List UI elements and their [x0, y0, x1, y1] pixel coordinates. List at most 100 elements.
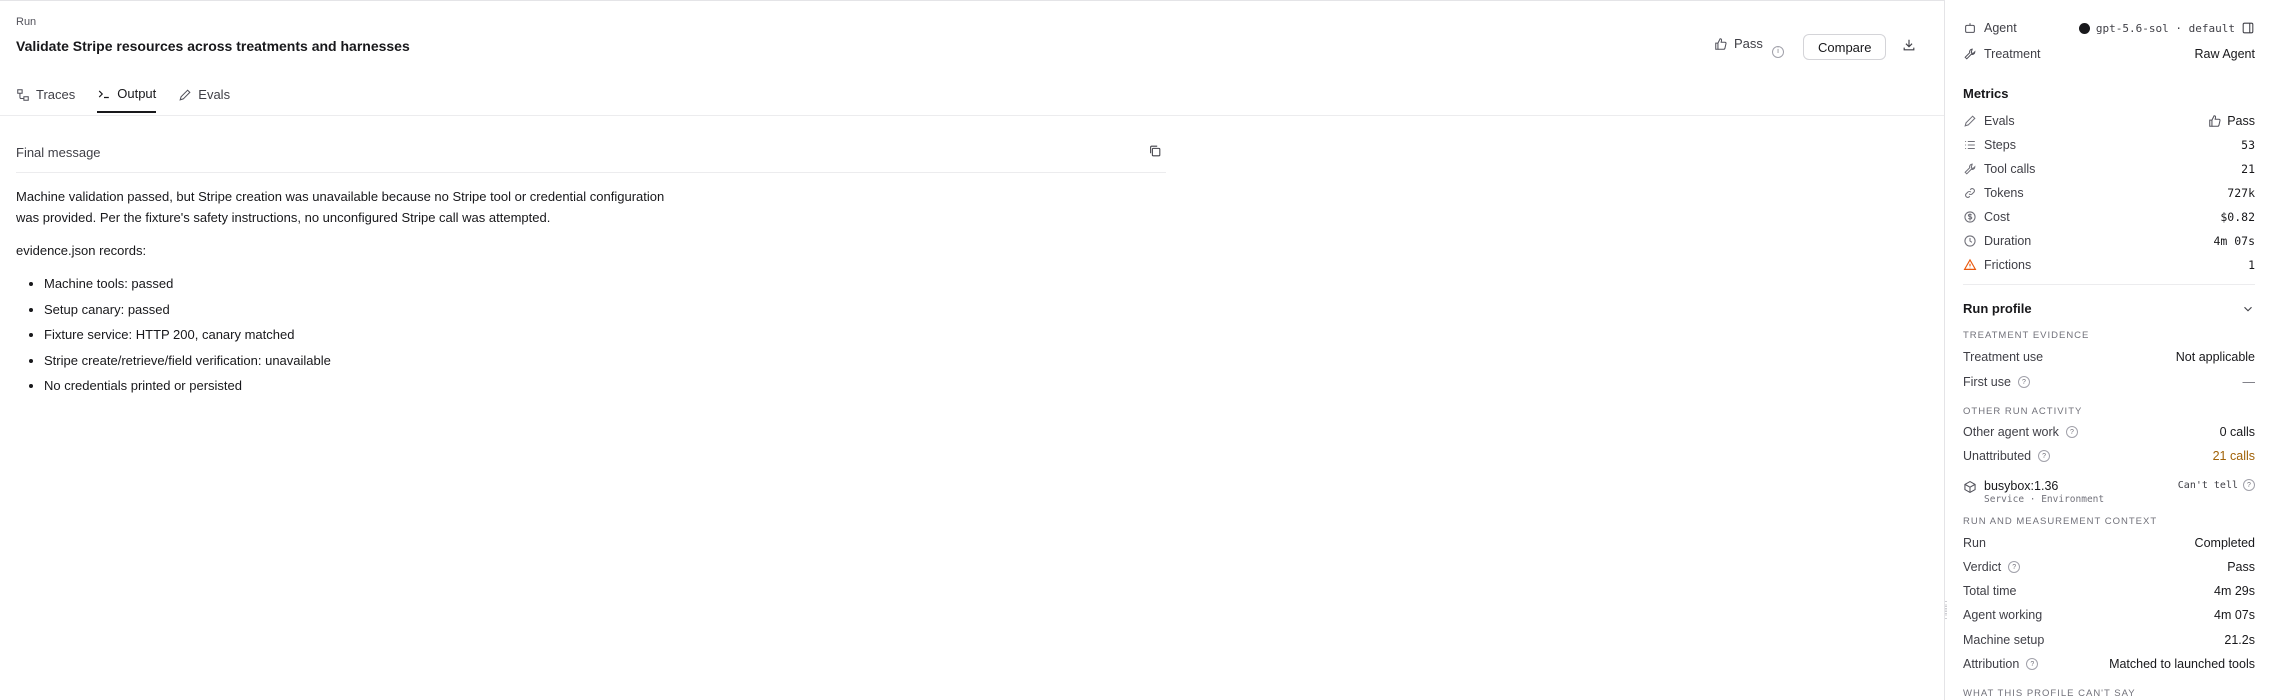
list-item: Fixture service: HTTP 200, canary matche… [44, 324, 716, 345]
context-row-attribution: Attribution? Matched to launched tools [1963, 657, 2255, 671]
list-icon [1965, 140, 1975, 150]
breadcrumb[interactable]: Run [16, 16, 36, 28]
robot-icon [1965, 23, 1975, 33]
row-label: Machine setup [1963, 633, 2045, 647]
row-label: Agent working [1963, 608, 2043, 622]
row-label: Total time [1963, 584, 2017, 598]
context-row-verdict: Verdict? Pass [1963, 560, 2255, 574]
tab-label: Traces [36, 87, 76, 102]
help-icon[interactable]: ? [2065, 426, 2078, 438]
tab-output[interactable]: Output [97, 86, 157, 113]
agent-row: Agent gpt-5.6-sol · default [1963, 21, 2255, 35]
service-name: busybox:1.36 [1984, 479, 2059, 493]
evidence-intro: evidence.json records: [16, 243, 147, 258]
tab-traces[interactable]: Traces [16, 86, 75, 113]
metric-row-steps: Steps 53 [1963, 138, 2255, 152]
list-item: Machine tools: passed [44, 273, 716, 294]
row-value: — [2242, 375, 2256, 389]
page-title: Validate Stripe resources across treatme… [16, 38, 410, 54]
pass-label: Pass [1734, 36, 1763, 51]
row-value: Not applicable [2175, 350, 2255, 364]
download-button[interactable] [1902, 38, 1916, 57]
list-item: Setup canary: passed [44, 299, 716, 320]
row-label: Treatment use [1963, 350, 2044, 364]
row-label: Run [1963, 536, 1986, 550]
warning-icon [1963, 258, 1977, 270]
evidence-list: Machine tools: passed Setup canary: pass… [16, 273, 716, 396]
metric-row-tool-calls: Tool calls 21 [1963, 162, 2255, 176]
context-heading: RUN AND MEASUREMENT CONTEXT [1963, 516, 2158, 527]
metric-label: Evals [1984, 114, 2015, 128]
metric-label: Tool calls [1984, 162, 2036, 176]
thumbs-up-icon [2209, 115, 2221, 127]
row-label: Verdict [1963, 560, 2002, 574]
run-profile-title: Run profile [1963, 301, 2032, 316]
help-icon[interactable]: ? [2017, 376, 2030, 388]
metric-label: Cost [1984, 210, 2010, 224]
service-status: Can't tell [2177, 479, 2238, 491]
row-value: Matched to launched tools [2109, 657, 2255, 671]
tab-label: Output [117, 86, 157, 101]
section-divider [1963, 284, 2255, 285]
metric-row-frictions: Frictions 1 [1963, 258, 2255, 272]
list-item: Stripe create/retrieve/field verificatio… [44, 350, 716, 371]
metric-label: Duration [1984, 234, 2032, 248]
row-label: Unattributed [1963, 449, 2032, 463]
service-row[interactable]: busybox:1.36 Service · Environment Can't… [1963, 479, 2255, 505]
row-value: 4m 07s [2214, 608, 2255, 622]
metric-row-cost: Cost $0.82 [1963, 210, 2255, 224]
message-divider [16, 172, 1166, 173]
treatment-value: Raw Agent [2194, 47, 2255, 61]
clock-icon [1964, 235, 1976, 247]
metric-value: 21 [2241, 162, 2255, 176]
link-icon [1965, 188, 1975, 198]
help-icon[interactable]: ? [2026, 658, 2039, 670]
final-message-heading: Final message [16, 145, 101, 160]
context-row-machine-setup: Machine setup 21.2s [1963, 633, 2255, 647]
pass-verdict-button[interactable]: Pass [1714, 36, 1763, 51]
row-value: 21.2s [2224, 633, 2255, 647]
thumbs-up-icon [1715, 37, 1727, 50]
help-icon[interactable]: ? [2008, 561, 2021, 573]
other-agent-work-row: Other agent work? 0 calls [1963, 425, 2255, 439]
row-value: 4m 29s [2214, 584, 2255, 598]
metric-row-tokens: Tokens 727k [1963, 186, 2255, 200]
help-icon[interactable]: ? [2038, 450, 2051, 462]
service-sub: Service · Environment [1984, 494, 2105, 505]
sidebar-toggle-icon[interactable] [2241, 21, 2255, 35]
run-profile-header[interactable]: Run profile [1963, 301, 2255, 316]
metric-row-duration: Duration 4m 07s [1963, 234, 2255, 248]
copy-button[interactable] [1148, 144, 1162, 163]
unattributed-value: 21 calls [2212, 449, 2255, 463]
other-activity-heading: OTHER RUN ACTIVITY [1963, 406, 2083, 417]
treatment-use-row: Treatment use Not applicable [1963, 350, 2255, 364]
row-label: First use [1963, 375, 2011, 389]
metric-value: 4m 07s [2213, 234, 2255, 248]
first-use-row: First use? — [1963, 375, 2255, 389]
dollar-icon [1964, 211, 1976, 223]
treatment-row: Treatment Raw Agent [1963, 47, 2255, 61]
help-icon[interactable]: ? [2243, 479, 2255, 491]
treatment-evidence-heading: TREATMENT EVIDENCE [1963, 330, 2090, 341]
row-label: Other agent work [1963, 425, 2059, 439]
metric-value: $0.82 [2220, 210, 2255, 224]
openai-logo-icon [2078, 22, 2090, 34]
compare-button[interactable]: Compare [1803, 34, 1887, 60]
package-icon [1964, 480, 1976, 494]
tab-evals[interactable]: Evals [178, 86, 230, 113]
row-value: Pass [2227, 560, 2255, 574]
agent-label: Agent [1984, 21, 2017, 35]
agent-value: gpt-5.6-sol · default [2095, 21, 2235, 35]
metric-value: 727k [2227, 186, 2255, 200]
pen-icon [179, 88, 191, 101]
context-row-run: Run Completed [1963, 536, 2255, 550]
row-value: 0 calls [2219, 425, 2255, 439]
sidebar: Agent gpt-5.6-sol · default Treatment Ra… [1945, 0, 2270, 700]
metric-label: Steps [1984, 138, 2016, 152]
context-row-total-time: Total time 4m 29s [1963, 584, 2255, 598]
metrics-title: Metrics [1963, 86, 2009, 101]
tab-label: Evals [198, 87, 231, 102]
wrench-icon [1964, 163, 1976, 175]
metric-value: 1 [2248, 258, 2255, 272]
info-icon[interactable]: i [1772, 40, 1784, 58]
